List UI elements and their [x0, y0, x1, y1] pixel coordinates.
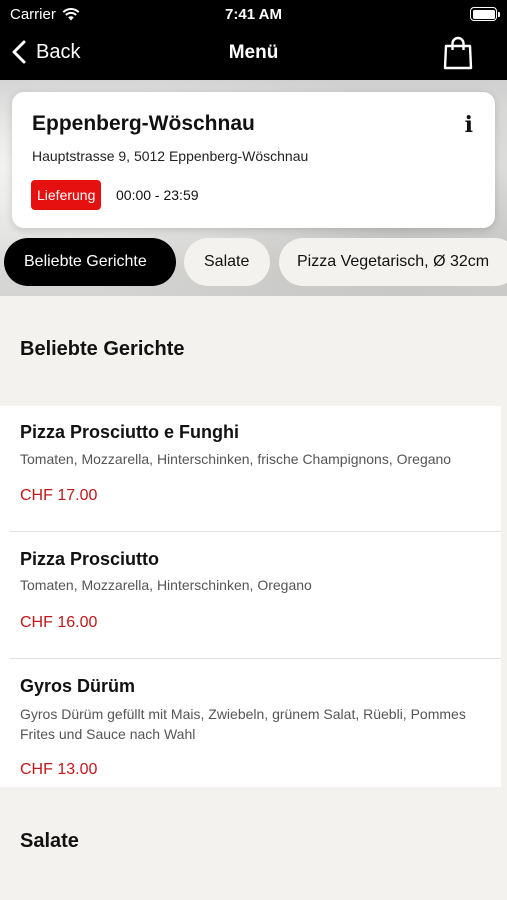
store-info-card: Eppenberg-Wöschnau i Hauptstrasse 9, 501…	[12, 92, 495, 228]
section-title: Salate	[20, 830, 79, 852]
store-address: Hauptstrasse 9, 5012 Eppenberg-Wöschnau	[32, 148, 309, 164]
menu-item[interactable]: Pizza Prosciutto Tomaten, Mozzarella, Hi…	[0, 532, 501, 659]
item-price: CHF 13.00	[20, 761, 98, 778]
item-price: CHF 16.00	[20, 614, 98, 631]
battery-icon	[470, 7, 500, 21]
tab-salate[interactable]: Salate	[184, 238, 270, 286]
section-header-beliebte-gerichte: Beliebte Gerichte	[0, 296, 507, 406]
navigation-bar: Back Menü	[0, 30, 507, 80]
tab-pizza-vegetarisch[interactable]: Pizza Vegetarisch, Ø 32cm	[279, 238, 507, 286]
opening-hours: 00:00 - 23:59	[116, 187, 199, 203]
status-bar: Carrier 7:41 AM	[0, 0, 507, 30]
item-description: Tomaten, Mozzarella, Hinterschinken, fri…	[20, 451, 452, 467]
item-price: CHF 17.00	[20, 487, 98, 504]
item-name: Pizza Prosciutto e Funghi	[20, 422, 240, 442]
menu-item[interactable]: Pizza Prosciutto e Funghi Tomaten, Mozza…	[0, 406, 501, 532]
info-icon[interactable]: i	[465, 112, 473, 138]
menu-item[interactable]: Gyros Dürüm Gyros Dürüm gefüllt mit Mais…	[0, 659, 501, 787]
shopping-bag-icon	[443, 36, 473, 70]
section-title: Beliebte Gerichte	[20, 338, 185, 360]
item-description: Gyros Dürüm gefüllt mit Mais, Zwiebeln, …	[20, 706, 466, 742]
item-description: Tomaten, Mozzarella, Hinterschinken, Ore…	[20, 577, 312, 593]
category-tabs: Beliebte Gerichte Salate Pizza Vegetaris…	[0, 238, 507, 288]
item-name: Gyros Dürüm	[20, 676, 136, 696]
item-name: Pizza Prosciutto	[20, 549, 160, 569]
status-time: 7:41 AM	[225, 6, 282, 23]
cart-button[interactable]	[443, 36, 473, 75]
tab-beliebte-gerichte[interactable]: Beliebte Gerichte	[4, 238, 176, 286]
page-title: Menü	[228, 42, 279, 63]
store-name: Eppenberg-Wöschnau	[32, 112, 255, 135]
section-header-salate: Salate	[0, 787, 507, 900]
delivery-badge: Lieferung	[31, 180, 102, 210]
